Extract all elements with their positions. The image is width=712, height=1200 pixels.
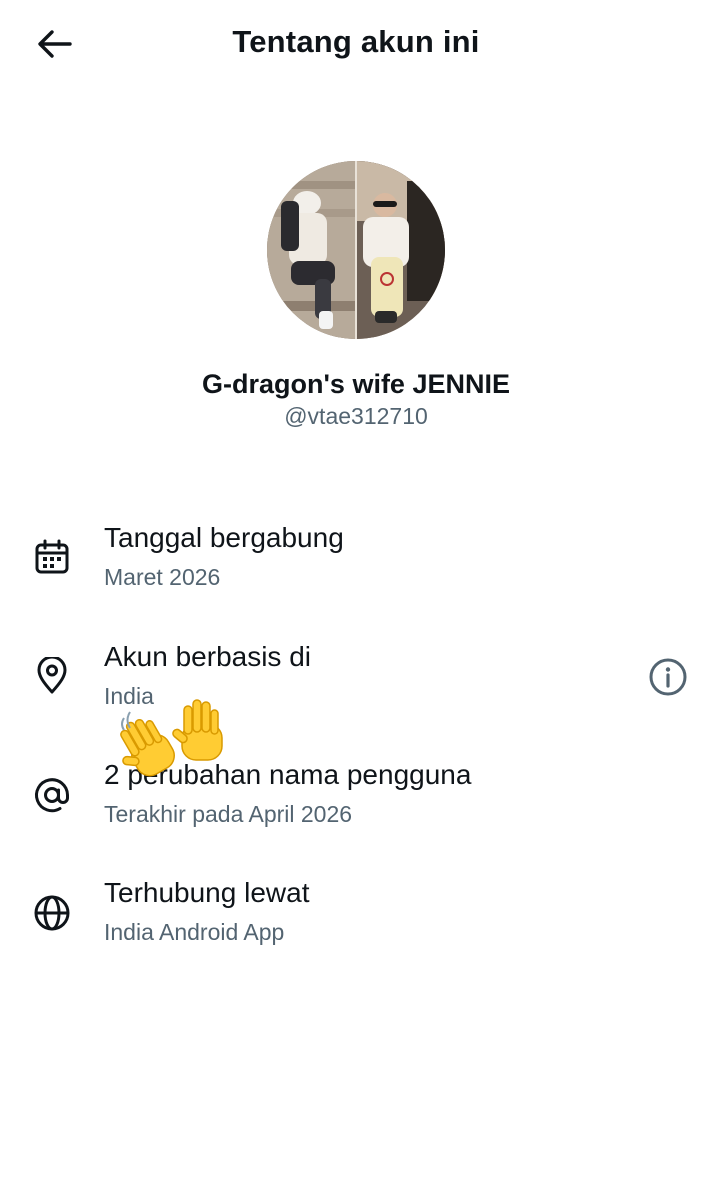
top-bar: Tentang akun ini bbox=[0, 0, 712, 86]
info-icon bbox=[649, 658, 687, 696]
detail-row-connected-via: Terhubung lewat India Android App bbox=[0, 875, 712, 975]
detail-row-username-changes: 2 perubahan nama pengguna Terakhir pada … bbox=[0, 757, 712, 857]
detail-row-join-date: Tanggal bergabung Maret 2026 bbox=[0, 520, 712, 620]
waving-hands-emoji bbox=[118, 696, 230, 782]
avatar[interactable] bbox=[267, 161, 445, 339]
detail-value: Maret 2026 bbox=[104, 564, 221, 590]
detail-label: Tanggal bergabung bbox=[104, 522, 344, 553]
location-pin-icon bbox=[32, 656, 72, 696]
detail-label: Terhubung lewat bbox=[104, 877, 310, 908]
detail-value: Terakhir pada April 2026 bbox=[104, 801, 353, 827]
username-handle: @vtae312710 bbox=[284, 403, 428, 429]
detail-label: Akun berbasis di bbox=[104, 641, 312, 672]
calendar-icon bbox=[32, 537, 72, 577]
page-title: Tentang akun ini bbox=[232, 24, 480, 59]
display-name: G-dragon's wife JENNIE bbox=[202, 369, 510, 399]
globe-icon bbox=[32, 893, 72, 933]
at-sign-icon bbox=[32, 775, 72, 815]
info-button[interactable] bbox=[646, 655, 690, 699]
detail-value: India Android App bbox=[104, 919, 285, 945]
detail-row-based-in: Akun berbasis di India bbox=[0, 639, 712, 739]
